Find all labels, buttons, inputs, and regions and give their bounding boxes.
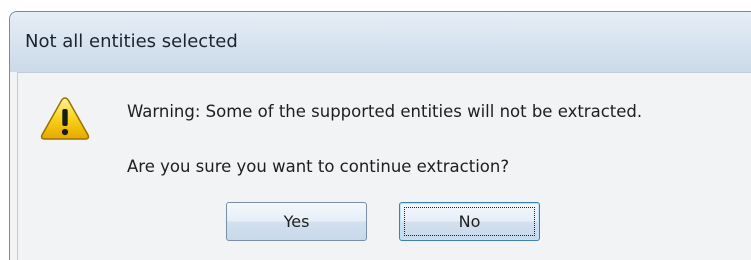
dialog-content: Warning: Some of the supported entities … <box>17 72 751 260</box>
title-bar[interactable]: Not all entities selected <box>10 12 751 72</box>
yes-button-label: Yes <box>283 212 310 231</box>
dialog-window: Not all entities selected Warning: Some … <box>9 11 751 260</box>
confirmation-question: Are you sure you want to continue extrac… <box>127 157 510 176</box>
yes-button[interactable]: Yes <box>226 202 367 241</box>
no-button[interactable]: No <box>399 202 540 241</box>
warning-triangle-icon <box>40 97 90 140</box>
dialog-title: Not all entities selected <box>25 31 238 52</box>
no-button-label: No <box>458 212 481 231</box>
warning-message: Warning: Some of the supported entities … <box>127 102 643 121</box>
